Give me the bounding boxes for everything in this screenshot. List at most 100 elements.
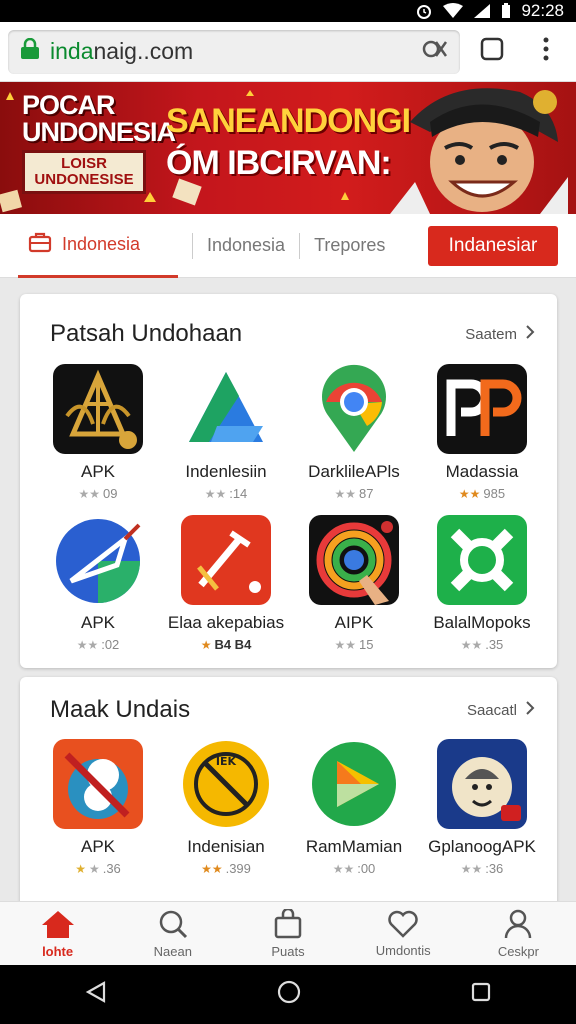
tabs-icon[interactable] (479, 36, 505, 67)
banner-title-line2: UNDONESIA (22, 117, 176, 147)
app-rating: ★★:36 (460, 861, 504, 876)
tab-trepores[interactable]: Trepores (314, 214, 385, 278)
nav-label: Umdontis (375, 942, 431, 958)
app-tile[interactable]: Indenlesiin ★★:14 (162, 364, 290, 501)
app-name: APK (80, 613, 116, 632)
system-navigation-bar (0, 965, 576, 1024)
tab-label: Indonesia (207, 235, 286, 255)
home-circle-icon[interactable] (276, 979, 302, 1010)
banner-box-line1: LOISR (61, 155, 107, 172)
app-tile[interactable]: APK ★★ 09 (34, 364, 162, 501)
nav-label: Naean (153, 943, 192, 959)
nav-label: Ceskpr (497, 943, 539, 959)
app-rating: ★★ 15 (334, 637, 374, 652)
clear-url-icon[interactable] (422, 38, 448, 65)
app-name: APK (80, 837, 116, 856)
app-icon-pp-logo (437, 364, 527, 454)
see-more-link[interactable]: Saacatl (467, 700, 535, 720)
tab-label: Trepores (314, 235, 386, 255)
banner-title-line1: POCAR (22, 90, 116, 120)
tab-indonesia[interactable]: Indonesia (207, 214, 285, 278)
app-icon-bear-character (53, 739, 143, 829)
app-rating: ★★ .35 (460, 637, 504, 652)
app-tile[interactable]: APK ★★:02 (34, 515, 162, 652)
banner-left: POCAR UNDONESIA LOISR UNDONESISE (22, 90, 176, 194)
app-tile[interactable]: Madassia ★★ 985 (418, 364, 546, 501)
app-rating: ★★ .399 (201, 861, 251, 876)
app-name: APK (80, 462, 116, 481)
app-tile[interactable]: DarklileAPls ★★ 87 (290, 364, 418, 501)
app-icon-blue-green-disc (53, 515, 143, 605)
see-more-link[interactable]: Saatem (465, 324, 535, 344)
app-section-1: Patsah Undohaan Saatem APK ★★ 09 Indenles… (20, 294, 557, 668)
app-name: Indenlesiin (185, 462, 267, 481)
url-field[interactable]: indanaig..com (8, 29, 460, 74)
user-icon (504, 909, 532, 942)
app-name: Indenisian (187, 837, 265, 856)
app-tile[interactable]: GplanoogAPK ★★:36 (418, 739, 546, 876)
app-section-2: Maak Undais Saacatl APK ★ ★ .36 IEK Indeni… (20, 677, 557, 907)
app-tile[interactable]: IEK Indenisian ★★ .399 (162, 739, 290, 876)
nav-bag[interactable]: Puats (230, 902, 345, 965)
app-tile[interactable]: AIPK ★★ 15 (290, 515, 418, 652)
app-name: GplanoogAPK (428, 837, 536, 856)
app-name: AIPK (334, 613, 374, 632)
signal-icon (473, 3, 491, 19)
tab-divider (192, 232, 193, 259)
app-tile[interactable]: BalalMopoks ★★ .35 (418, 515, 546, 652)
app-name: Madassia (445, 462, 519, 481)
chevron-right-icon (525, 700, 535, 720)
tab-label: Indonesia (62, 233, 141, 254)
nav-favorites[interactable]: Umdontis (346, 902, 461, 965)
bottom-navigation: lohte Naean Puats Umdontis Ceskpr (0, 901, 576, 965)
app-rating: ★★:02 (76, 637, 120, 652)
app-rating: ★★:00 (332, 861, 376, 876)
app-icon-portrait-emblem (437, 739, 527, 829)
app-name: Elaa akepabias (167, 613, 285, 632)
app-rating: ★ ★ .36 (75, 861, 121, 876)
app-tile[interactable]: Elaa akepabias ★ B4 B4 (162, 515, 290, 652)
wifi-icon (443, 3, 464, 19)
browser-toolbar: indanaig..com (0, 22, 576, 82)
app-rating: ★★ 87 (334, 486, 374, 501)
back-icon[interactable] (84, 980, 108, 1009)
section-title: Maak Undais (50, 696, 191, 723)
nav-home[interactable]: lohte (0, 902, 115, 965)
tab-indonesia-active[interactable]: Indonesia (18, 214, 178, 278)
search-icon (158, 909, 188, 942)
status-time: 92:28 (521, 1, 564, 20)
banner-headline-line1: SANEANDONGI (166, 102, 411, 140)
indanesiar-button[interactable]: Indanesiar (428, 225, 558, 266)
banner-character-illustration (390, 88, 568, 214)
url-text: indanaig..com (50, 38, 194, 64)
app-icon-yellow-badge: IEK (181, 739, 271, 829)
nav-search[interactable]: Naean (115, 902, 230, 965)
see-more-label: Saacatl (466, 701, 517, 719)
recents-icon[interactable] (470, 981, 492, 1008)
banner-headline-line2: ÓM IBCIRVAN: (166, 144, 392, 182)
briefcase-icon (28, 231, 52, 258)
app-icon-gold-emblem (53, 364, 143, 454)
banner-label-box: LOISR UNDONESISE (22, 150, 146, 194)
app-tile[interactable]: APK ★ ★ .36 (34, 739, 162, 876)
app-icon-blue-triangle (181, 364, 271, 454)
app-tile[interactable]: RamMamian ★★:00 (290, 739, 418, 876)
alarm-icon (415, 2, 433, 20)
more-menu-icon[interactable] (542, 36, 550, 67)
category-tabs: Indonesia Indonesia Trepores Indanesiar (0, 214, 576, 278)
see-more-label: Saatem (465, 325, 517, 343)
svg-text:IEK: IEK (216, 755, 237, 768)
chevron-right-icon (525, 324, 535, 344)
app-icon-chrome-pin (309, 364, 399, 454)
app-icon-rainbow-swirl (309, 515, 399, 605)
app-rating: ★★ 985 (458, 486, 506, 501)
app-icon-green-cross (437, 515, 527, 605)
app-name: RamMamian (305, 837, 403, 856)
app-name: BalalMopoks (433, 613, 531, 632)
nav-label: Puats (271, 943, 305, 959)
nav-profile[interactable]: Ceskpr (461, 902, 576, 965)
promo-banner[interactable]: POCAR UNDONESIA LOISR UNDONESISE SANEAND… (0, 82, 576, 214)
app-icon-green-play (309, 739, 399, 829)
tab-divider (299, 232, 301, 259)
banner-box-line2: UNDONESISE (34, 171, 134, 188)
